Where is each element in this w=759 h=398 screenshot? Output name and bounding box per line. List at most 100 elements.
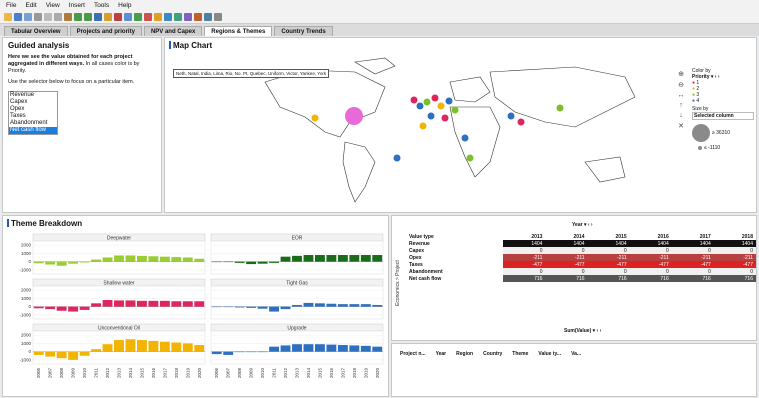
y-tick-label: -1000	[19, 267, 31, 272]
column-header[interactable]: 2016	[630, 233, 672, 240]
x-tick-label: 2006	[36, 368, 41, 379]
menu-edit[interactable]: Edit	[25, 2, 36, 9]
value-selector[interactable]: Sum(Value) ▾ ‹ ›	[564, 328, 601, 334]
list-item-selected[interactable]: Net cash flow	[9, 127, 57, 134]
paste-icon[interactable]	[64, 13, 72, 21]
list-item[interactable]: Revenue	[9, 92, 57, 99]
bar	[349, 255, 360, 262]
bar	[303, 255, 314, 262]
tab-projects-priority[interactable]: Projects and priority	[69, 26, 142, 36]
layout-icon[interactable]	[204, 13, 212, 21]
filter-icon[interactable]	[94, 13, 102, 21]
pivot-cell: 0	[545, 247, 588, 254]
x-tick-label: 2015	[317, 368, 322, 379]
tag-icon[interactable]	[114, 13, 122, 21]
column-header[interactable]: 2014	[545, 233, 587, 240]
column-header[interactable]: 2018	[714, 233, 756, 240]
new-icon[interactable]	[4, 13, 12, 21]
open-icon[interactable]	[14, 13, 22, 21]
bar	[372, 304, 383, 307]
list-item[interactable]: Opex	[9, 106, 57, 113]
pan-up-icon[interactable]: ↑	[676, 102, 686, 109]
reset-icon[interactable]: ✕	[676, 122, 686, 130]
bar	[223, 261, 234, 263]
cut-icon[interactable]	[44, 13, 52, 21]
menu-help[interactable]: Help	[118, 2, 131, 9]
zoom-in-icon[interactable]: ⊕	[676, 70, 686, 78]
treemap-icon[interactable]	[184, 13, 192, 21]
tab-country-trends[interactable]: Country Trends	[274, 26, 333, 36]
bar	[246, 306, 257, 308]
scatter-icon[interactable]	[164, 13, 172, 21]
x-tick-label: 2014	[306, 368, 311, 379]
column-header[interactable]: 2015	[588, 233, 630, 240]
pivot-cell: -477	[587, 261, 630, 268]
tab-regions-themes[interactable]: Regions & Themes	[204, 26, 273, 36]
column-header[interactable]: 2013	[503, 233, 545, 240]
bar	[223, 306, 234, 308]
menu-view[interactable]: View	[46, 2, 60, 9]
line-chart-icon[interactable]	[144, 13, 152, 21]
save-icon[interactable]	[24, 13, 32, 21]
pan-icon[interactable]: ↔	[676, 92, 686, 99]
list-item[interactable]: Abandonment	[9, 120, 57, 127]
zoom-out-icon[interactable]: ⊖	[676, 81, 686, 89]
bar	[148, 340, 159, 352]
bar-chart-icon[interactable]	[134, 13, 142, 21]
tab-npv-capex[interactable]: NPV and Capex	[143, 26, 203, 36]
menu-tools[interactable]: Tools	[94, 2, 109, 9]
bar	[269, 261, 279, 263]
column-header[interactable]: Project n...	[400, 351, 426, 357]
row-label[interactable]: Revenue	[406, 240, 504, 247]
print-icon[interactable]	[34, 13, 42, 21]
bar	[269, 306, 279, 312]
size-by-selector[interactable]: Selected column	[692, 112, 754, 120]
pivot-row: Opex -211 -211 -211 -211 -211 -211	[406, 254, 756, 261]
theme-bar-chart[interactable]: Deepwater 2000 1000 0 -1000 EOR Shallow water 2…	[3, 230, 388, 397]
column-header[interactable]: Va...	[571, 351, 581, 357]
table-icon[interactable]	[124, 13, 132, 21]
pan-down-icon[interactable]: ↓	[676, 112, 686, 119]
column-header[interactable]: Value ty...	[538, 351, 561, 357]
row-label[interactable]: Taxes	[406, 261, 504, 268]
bar	[292, 304, 302, 307]
heatmap-icon[interactable]	[194, 13, 202, 21]
facet-title: EOR	[292, 236, 303, 242]
column-header[interactable]: Region	[456, 351, 473, 357]
pivot-cell: 716	[587, 275, 630, 282]
column-selector[interactable]: Year ▾ ‹ ›	[572, 222, 593, 228]
copy-icon[interactable]	[54, 13, 62, 21]
row-label[interactable]: Capex	[406, 247, 504, 254]
row-label[interactable]: Opex	[406, 254, 504, 261]
bar	[56, 306, 67, 311]
theme-breakdown-panel: Theme Breakdown Deepwater 2000 1000 0 -1000 E…	[2, 215, 389, 397]
bookmark-icon[interactable]	[104, 13, 112, 21]
pie-chart-icon[interactable]	[154, 13, 162, 21]
pivot-cell: 716	[671, 275, 714, 282]
bar	[68, 351, 79, 360]
column-header[interactable]: Theme	[512, 351, 528, 357]
bar	[194, 301, 205, 307]
column-header[interactable]: 2017	[672, 233, 714, 240]
facet-title: Unconventional Oil	[98, 326, 140, 332]
menu-file[interactable]: File	[6, 2, 16, 9]
list-item[interactable]: Capex	[9, 99, 57, 106]
menu-insert[interactable]: Insert	[69, 2, 85, 9]
undo-icon[interactable]	[74, 13, 82, 21]
column-header[interactable]: Value type	[406, 233, 503, 240]
y-tick-label: -1000	[19, 312, 31, 317]
row-label[interactable]: Net cash flow	[406, 275, 504, 282]
value-type-listbox[interactable]: Revenue Capex Opex Taxes Abandonment Net…	[8, 91, 58, 135]
panel-icon[interactable]	[214, 13, 222, 21]
column-header[interactable]: Country	[483, 351, 502, 357]
bar	[45, 351, 56, 357]
bar	[114, 340, 124, 352]
redo-icon[interactable]	[84, 13, 92, 21]
list-item[interactable]: Taxes	[9, 113, 57, 120]
bar	[372, 346, 383, 352]
map-icon[interactable]	[174, 13, 182, 21]
row-label[interactable]: Abandonment	[406, 268, 504, 275]
bar	[102, 344, 113, 352]
column-header[interactable]: Year	[436, 351, 447, 357]
tab-tabular-overview[interactable]: Tabular Overview	[4, 26, 68, 36]
